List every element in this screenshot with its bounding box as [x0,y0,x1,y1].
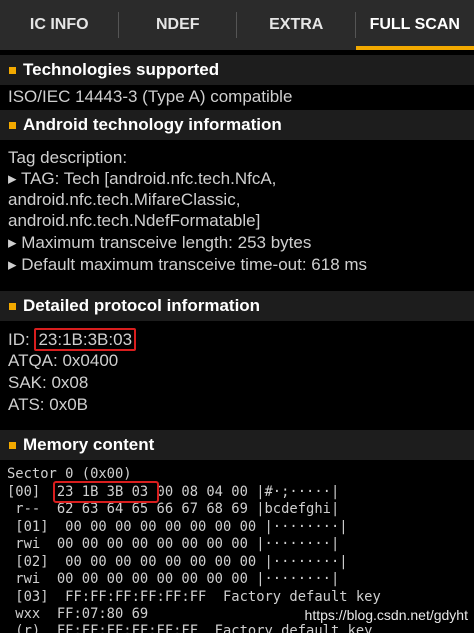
tab-ic-info[interactable]: IC INFO [0,0,119,50]
memory-row: wxx FF:07:80 69 [7,606,149,622]
memory-row: rwi 00 00 00 00 00 00 00 00 |········| [7,536,340,552]
ats-line: ATS: 0x0B [8,395,88,414]
tag-tech-line: android.nfc.tech.MifareClassic, [8,190,241,209]
section-bullet-icon [9,121,16,129]
atqa-line: ATQA: 0x0400 [8,351,119,370]
memory-row: [03] FF:FF:FF:FF:FF:FF Factory default k… [7,589,381,605]
section-title: Detailed protocol information [23,296,261,315]
tab-ndef[interactable]: NDEF [119,0,238,50]
tab-bar: IC INFO NDEF EXTRA FULL SCAN [0,0,474,50]
section-title: Technologies supported [23,60,220,79]
section-header-android: Android technology information [0,110,474,140]
tag-tech-line: ▸ TAG: Tech [android.nfc.tech.NfcA, [8,169,277,188]
technology-line: ISO/IEC 14443-3 (Type A) compatible [8,87,293,106]
section-bullet-icon [9,302,16,310]
section-bullet-icon [9,441,16,449]
tag-id-line: ID: 23:1B:3B:03 [8,328,137,351]
sak-line: SAK: 0x08 [8,373,89,392]
tag-description-label: Tag description: [8,148,128,167]
tab-full-scan[interactable]: FULL SCAN [355,0,474,50]
memory-row: [01] 00 00 00 00 00 00 00 00 |········| [7,519,348,535]
memory-row: (r) FF:FF:FF:FF:FF:FF Factory default ke… [7,623,373,633]
section-bullet-icon [9,66,16,74]
tag-id-label: ID: [8,330,35,349]
section-header-memory: Memory content [0,430,474,460]
section-title: Android technology information [23,115,282,134]
section-header-protocol: Detailed protocol information [0,291,474,321]
tag-tech-line: android.nfc.tech.NdefFormatable] [8,211,261,230]
memory-row: rwi 00 00 00 00 00 00 00 00 |········| [7,571,340,587]
section-header-technologies: Technologies supported [0,55,474,85]
section-title: Memory content [23,435,155,454]
memory-row: r-- 62 63 64 65 66 67 68 69 |bcdefghi| [7,501,340,517]
default-transceive-timeout: ▸ Default maximum transceive time-out: 6… [8,255,368,274]
max-transceive-length: ▸ Maximum transceive length: 253 bytes [8,233,312,252]
memory-id-highlight [53,481,159,503]
tag-id-value: 23:1B:3B:03 [34,328,137,351]
tab-extra[interactable]: EXTRA [237,0,356,50]
memory-row: [02] 00 00 00 00 00 00 00 00 |········| [7,554,348,570]
watermark: https://blog.csdn.net/gdyht [304,607,468,623]
